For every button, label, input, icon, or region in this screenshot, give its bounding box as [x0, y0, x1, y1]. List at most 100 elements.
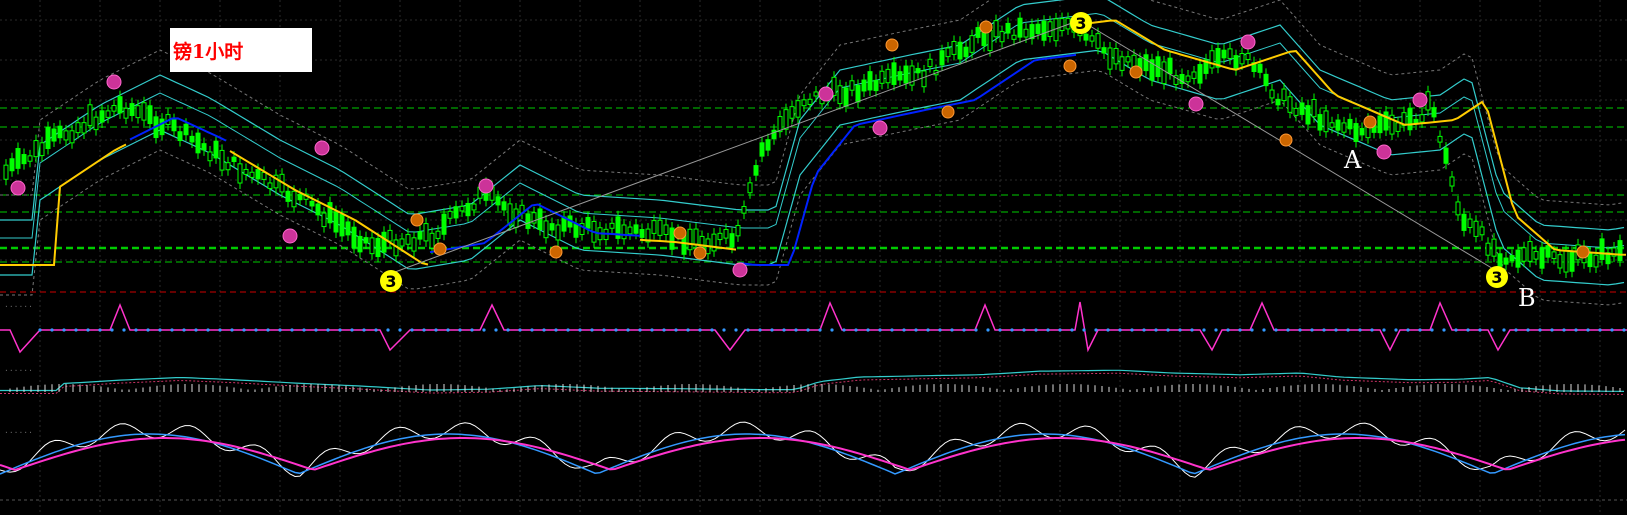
candle-body	[441, 213, 447, 235]
sub1-signal-dot	[74, 328, 78, 332]
candle-body	[1449, 176, 1455, 187]
candle-body	[1047, 21, 1053, 37]
sub1-signal-dot	[854, 328, 858, 332]
candle-body	[1521, 247, 1527, 262]
candle-body	[1257, 63, 1263, 73]
sub1-signal-dot	[146, 328, 150, 332]
sub1-signal-dot	[1442, 328, 1446, 332]
sub1-signal-dot	[386, 328, 390, 332]
candle-body	[195, 132, 201, 154]
candle-body	[99, 110, 105, 123]
candle-body	[1473, 220, 1479, 237]
candle-body	[1395, 122, 1401, 132]
candle-body	[1029, 24, 1035, 40]
candle-body	[1497, 253, 1503, 267]
sub1-signal-dot	[1190, 328, 1194, 332]
signal-dot-orange	[433, 242, 447, 256]
candle-body	[1617, 240, 1623, 261]
candle-body	[183, 123, 189, 136]
candle-body	[363, 237, 369, 244]
candle-body	[1011, 34, 1017, 40]
candle-body	[693, 228, 699, 245]
sub1-signal-dot	[278, 328, 282, 332]
sub1-signal-dot	[1106, 328, 1110, 332]
candle-body	[405, 234, 411, 245]
candle-body	[309, 200, 315, 207]
candle-body	[231, 156, 237, 163]
sub1-signal-dot	[38, 328, 42, 332]
candle-body	[1587, 253, 1593, 268]
sub1-signal-dot	[326, 328, 330, 332]
sub1-signal-dot	[1274, 328, 1278, 332]
candle-body	[1551, 251, 1557, 260]
sub1-signal-dot	[254, 328, 258, 332]
candle-body	[711, 233, 717, 252]
candle-body	[609, 222, 615, 229]
candle-body	[1545, 245, 1551, 258]
candle-body	[339, 213, 345, 237]
signal-dot-magenta	[478, 178, 494, 194]
candle-body	[1515, 249, 1521, 268]
candle-body	[1533, 251, 1539, 260]
candle-body	[657, 219, 663, 236]
candle-body	[27, 155, 33, 162]
candle-body	[1089, 35, 1095, 42]
candle-body	[69, 130, 75, 144]
candle-body	[147, 105, 153, 125]
sub1-signal-dot	[842, 328, 846, 332]
candle-body	[1431, 107, 1437, 118]
candle-body	[1113, 47, 1119, 65]
chart-title: 镑1小时	[173, 40, 244, 63]
candle-body	[741, 205, 747, 214]
sub1-signal-dot	[86, 328, 90, 332]
sub1-signal-dot	[158, 328, 162, 332]
sub1-signal-dot	[1430, 328, 1434, 332]
sub1-signal-dot	[830, 328, 834, 332]
horizontal-levels	[0, 107, 1627, 293]
candle-body	[261, 171, 267, 180]
sub1-signal-line	[0, 301, 1627, 354]
signal-dot-orange	[1129, 65, 1143, 79]
candle-body	[45, 127, 51, 149]
candle-body	[1407, 108, 1413, 131]
candle-body	[315, 203, 321, 216]
candle-body	[921, 70, 927, 88]
candle-body	[465, 202, 471, 217]
candle-body	[207, 151, 213, 162]
candle-body	[1041, 20, 1047, 41]
candle-body	[1305, 105, 1311, 125]
candle-body	[3, 164, 9, 180]
candle-body	[717, 232, 723, 241]
candle-body	[1569, 251, 1575, 272]
candle-body	[291, 190, 297, 208]
candle-body	[333, 211, 339, 233]
sub1-signal-dot	[770, 328, 774, 332]
signal-dot-magenta	[1188, 96, 1204, 112]
sub-indicator-1	[0, 301, 1627, 354]
candle-body	[1107, 47, 1113, 70]
sub1-signal-dot	[482, 328, 486, 332]
candle-body	[1317, 114, 1323, 131]
sub1-signal-dot	[314, 328, 318, 332]
candle-body	[1557, 254, 1563, 269]
ma-blue-segment	[739, 53, 1077, 266]
sub1-signal-dot	[1514, 328, 1518, 332]
candle-body	[237, 163, 243, 184]
candle-body	[1467, 218, 1473, 229]
chart-canvas	[0, 0, 1627, 515]
candle-body	[1377, 115, 1383, 134]
sub1-signal-dot	[818, 328, 822, 332]
candle-body	[1083, 33, 1089, 41]
candle-body	[639, 229, 645, 238]
candle-body	[1101, 47, 1107, 54]
candle-body	[999, 31, 1005, 43]
sub1-signal-dot	[1574, 328, 1578, 332]
sub1-signal-dot	[182, 328, 186, 332]
sub1-signal-dot	[1334, 328, 1338, 332]
candle-body	[459, 205, 465, 212]
sub1-signal-dot	[1286, 328, 1290, 332]
signal-dot-magenta	[732, 262, 748, 278]
candle-body	[867, 71, 873, 91]
candle-body	[1017, 17, 1023, 38]
candle-body	[1347, 118, 1353, 130]
